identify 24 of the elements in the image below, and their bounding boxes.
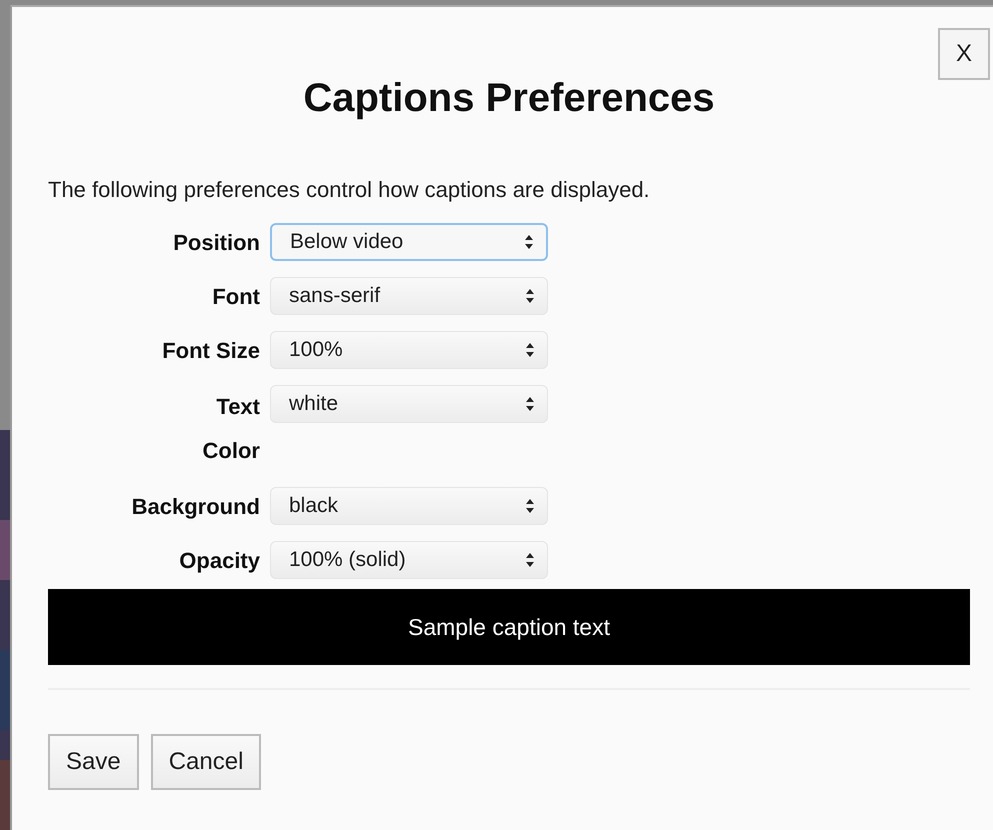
up-down-arrows-icon: [525, 498, 535, 514]
dialog-title: Captions Preferences: [302, 76, 716, 121]
intro-text: The following preferences control how captions are displayed.: [48, 177, 651, 203]
field-label: Font: [211, 283, 260, 311]
field-label: Text Color: [202, 393, 260, 465]
cancel-button[interactable]: Cancel: [150, 734, 262, 790]
up-down-arrows-icon: [525, 396, 535, 412]
save-button[interactable]: Save: [48, 734, 139, 790]
field-label: Opacity: [178, 547, 260, 575]
field-label: Position: [172, 229, 260, 257]
select-dropdown[interactable]: white: [270, 385, 548, 423]
field-label: Font Size: [161, 337, 260, 365]
select-dropdown[interactable]: 100%: [270, 331, 548, 369]
select-dropdown[interactable]: 100% (solid): [270, 541, 548, 579]
up-down-arrows-icon: [525, 552, 535, 568]
field-label: Background: [130, 493, 260, 521]
up-down-arrows-icon: [525, 288, 535, 304]
select-dropdown[interactable]: sans-serif: [270, 277, 548, 315]
up-down-arrows-icon: [524, 234, 534, 250]
select-dropdown[interactable]: black: [270, 487, 548, 525]
caption-preview: Sample caption text: [48, 589, 970, 665]
select-dropdown[interactable]: Below video: [270, 223, 548, 261]
up-down-arrows-icon: [525, 342, 535, 358]
close-button[interactable]: X: [938, 28, 990, 80]
